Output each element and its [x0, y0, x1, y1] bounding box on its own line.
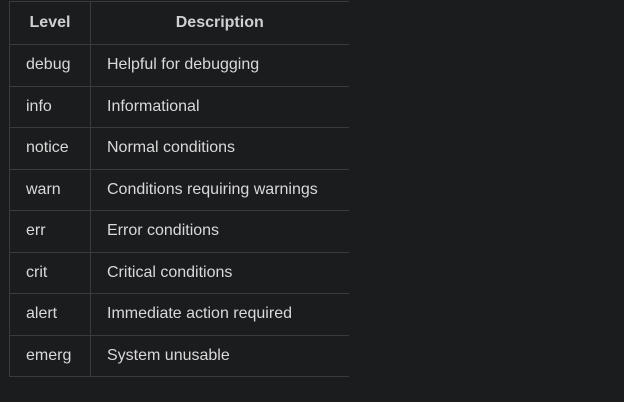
- description-cell: Informational: [90, 85, 349, 128]
- level-cell: info: [9, 85, 91, 128]
- table-row: emerg System unusable: [9, 334, 349, 377]
- column-header-description: Description: [90, 1, 349, 45]
- description-cell: System unusable: [90, 334, 349, 377]
- table-row: notice Normal conditions: [9, 127, 349, 170]
- description-cell: Conditions requiring warnings: [90, 168, 349, 211]
- table-row: info Informational: [9, 85, 349, 128]
- table-row: alert Immediate action required: [9, 293, 349, 336]
- table-header-row: Level Description: [9, 1, 349, 45]
- log-levels-table: Level Description debug Helpful for debu…: [9, 1, 349, 377]
- level-cell: crit: [9, 251, 91, 294]
- description-cell: Critical conditions: [90, 251, 349, 294]
- description-cell: Normal conditions: [90, 127, 349, 170]
- level-cell: alert: [9, 293, 91, 336]
- table-row: debug Helpful for debugging: [9, 44, 349, 87]
- level-cell: err: [9, 210, 91, 253]
- description-cell: Helpful for debugging: [90, 44, 349, 87]
- description-cell: Immediate action required: [90, 293, 349, 336]
- table-row: crit Critical conditions: [9, 251, 349, 294]
- level-cell: notice: [9, 127, 91, 170]
- description-cell: Error conditions: [90, 210, 349, 253]
- table-row: warn Conditions requiring warnings: [9, 168, 349, 211]
- column-header-level: Level: [9, 1, 91, 45]
- level-cell: debug: [9, 44, 91, 87]
- level-cell: emerg: [9, 334, 91, 377]
- level-cell: warn: [9, 168, 91, 211]
- table-row: err Error conditions: [9, 210, 349, 253]
- log-levels-table-container: Level Description debug Helpful for debu…: [9, 1, 349, 377]
